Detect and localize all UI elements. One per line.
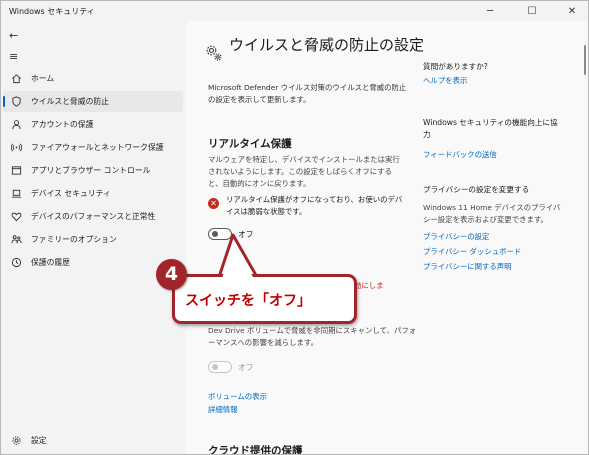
nav-item-label: ウイルスと脅威の防止 (31, 97, 109, 106)
privacy-section: プライバシーの設定を変更する Windows 11 Home デバイスのプライバ… (423, 184, 563, 274)
nav-item-device-performance[interactable]: デバイスのパフォーマンスと正常性 (3, 206, 183, 227)
minimize-button[interactable]: ─ (476, 1, 504, 21)
callout-box: スイッチを「オフ」 (172, 274, 357, 324)
realtime-protection-heading: リアルタイム保護 (208, 138, 292, 150)
heart-icon (9, 211, 23, 223)
family-icon (9, 234, 23, 246)
realtime-toggle-label: オフ (238, 230, 254, 239)
nav-item-virus-protection[interactable]: ウイルスと脅威の防止 (3, 91, 183, 112)
nav-item-device-security[interactable]: デバイス セキュリティ (3, 183, 183, 204)
toggle-knob (212, 231, 218, 237)
view-volumes-link[interactable]: ボリュームの表示 (208, 391, 267, 402)
details-link[interactable]: 詳細情報 (208, 404, 238, 415)
gear-icon (206, 45, 222, 61)
window-title: Windows セキュリティ (9, 7, 95, 16)
nav-item-settings[interactable]: 設定 (3, 430, 183, 451)
navigation-pane: ← ≡ ホーム ウイルスと脅威の防止 アカウントの保護 ファイアウォールとネット… (1, 21, 186, 454)
close-button[interactable]: ✕ (558, 1, 586, 21)
nav-item-label: 保護の履歴 (31, 258, 70, 267)
scrollbar[interactable] (584, 45, 586, 75)
help-section: 質問がありますか? ヘルプを表示 (423, 61, 563, 88)
nav-item-label: ファミリーのオプション (31, 235, 117, 244)
help-heading: 質問がありますか? (423, 62, 488, 71)
hamburger-menu-icon[interactable]: ≡ (9, 50, 18, 63)
gear-icon (9, 435, 23, 447)
person-icon (9, 119, 23, 131)
callout-text: スイッチを「オフ」 (185, 293, 311, 309)
realtime-protection-description: マルウェアを特定し、デバイスでインストールまたは実行されないようにします。この設… (208, 155, 400, 188)
nav-item-label: 設定 (31, 436, 47, 445)
maximize-button[interactable]: ☐ (518, 1, 546, 21)
dev-drive-protection-toggle[interactable] (208, 361, 232, 373)
laptop-icon (9, 188, 23, 200)
title-bar: Windows セキュリティ ─ ☐ ✕ (1, 1, 588, 21)
privacy-statement-link[interactable]: プライバシーに関する声明 (423, 259, 563, 274)
realtime-protection-toggle[interactable] (208, 228, 232, 240)
cloud-protection-heading: クラウド提供の保護 (208, 445, 303, 454)
privacy-heading: プライバシーの設定を変更する (423, 185, 530, 194)
privacy-settings-link[interactable]: プライバシーの設定 (423, 229, 563, 244)
nav-item-label: デバイスのパフォーマンスと正常性 (31, 212, 156, 221)
nav-item-label: ファイアウォールとネットワーク保護 (31, 143, 164, 152)
nav-item-label: アカウントの保護 (31, 120, 94, 129)
home-icon (9, 73, 23, 85)
help-link[interactable]: ヘルプを表示 (423, 73, 563, 88)
app-window-icon (9, 165, 23, 177)
nav-item-home[interactable]: ホーム (3, 68, 183, 89)
dev-drive-toggle-label: オフ (238, 363, 254, 372)
privacy-text: Windows 11 Home デバイスのプライバシー設定を表示および変更できま… (423, 203, 561, 224)
main-content: ウイルスと脅威の防止の設定 Microsoft Defender ウイルス対策の… (186, 21, 588, 454)
nav-item-family-options[interactable]: ファミリーのオプション (3, 229, 183, 250)
nav-item-account-protection[interactable]: アカウントの保護 (3, 114, 183, 135)
nav-item-label: デバイス セキュリティ (31, 189, 111, 198)
nav-item-app-browser-control[interactable]: アプリとブラウザー コントロール (3, 160, 183, 181)
feedback-section: Windows セキュリティの機能向上に協力 フィードバックの送信 (423, 117, 563, 162)
feedback-heading: Windows セキュリティの機能向上に協力 (423, 118, 558, 139)
shield-icon (9, 96, 23, 108)
nav-item-firewall[interactable]: ファイアウォールとネットワーク保護 (3, 137, 183, 158)
feedback-link[interactable]: フィードバックの送信 (423, 147, 563, 162)
app-window: Windows セキュリティ ─ ☐ ✕ ← ≡ ホーム ウイルスと脅威の防止 … (0, 0, 589, 455)
history-icon (9, 257, 23, 269)
wifi-icon (9, 142, 23, 154)
realtime-warning-text: リアルタイム保護がオフになっており、お使いのデバイスは脆弱な状態です。 (226, 195, 403, 216)
privacy-dashboard-link[interactable]: プライバシー ダッシュボード (423, 244, 563, 259)
nav-item-label: アプリとブラウザー コントロール (31, 166, 151, 175)
dev-drive-description: Dev Drive ボリュームで脅威を非同期にスキャンして、パフォーマンスへの影… (208, 326, 417, 347)
page-description: Microsoft Defender ウイルス対策のウイルスと脅威の防止の設定を… (208, 83, 407, 104)
nav-item-label: ホーム (31, 74, 55, 83)
toggle-knob (212, 364, 218, 370)
page-title: ウイルスと脅威の防止の設定 (229, 36, 425, 54)
error-icon: ✕ (208, 198, 219, 209)
back-arrow-icon[interactable]: ← (9, 29, 18, 42)
step-number-badge: 4 (156, 259, 187, 290)
